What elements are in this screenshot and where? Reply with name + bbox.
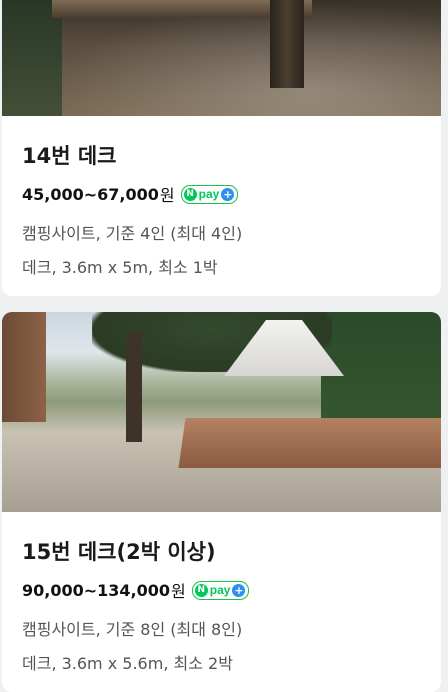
photo-hedge xyxy=(321,312,441,422)
npay-badge: N pay + xyxy=(180,184,239,204)
npay-n-icon: N xyxy=(183,187,197,201)
listing-photo[interactable] xyxy=(2,312,441,512)
npay-label: pay xyxy=(209,583,231,597)
currency-label: 원 xyxy=(159,186,175,205)
photo-deck xyxy=(178,418,441,468)
listing-title[interactable]: 15번 데크(2박 이상) xyxy=(22,512,421,566)
listing-card-15[interactable]: 15번 데크(2박 이상) 90,000~134,000 원 N pay + 캠… xyxy=(2,312,441,692)
listing-capacity: 캠핑사이트, 기준 8인 (최대 8인) xyxy=(22,620,243,639)
photo-tree-trunk xyxy=(126,332,142,442)
price-row: 45,000~67,000 원 N pay + xyxy=(22,182,421,206)
listing-site-details: 데크, 3.6m x 5m, 최소 1박 xyxy=(22,258,218,277)
npay-label: pay xyxy=(198,187,220,201)
plus-icon: + xyxy=(232,583,246,597)
price-row: 90,000~134,000 원 N pay + xyxy=(22,578,421,602)
npay-n-icon: N xyxy=(194,583,208,597)
listing-site-details: 데크, 3.6m x 5.6m, 최소 2박 xyxy=(22,654,233,673)
listing-capacity: 캠핑사이트, 기준 4인 (최대 4인) xyxy=(22,224,243,243)
listing-card-14[interactable]: 14번 데크 45,000~67,000 원 N pay + 캠핑사이트, 기준… xyxy=(2,0,441,296)
listing-title[interactable]: 14번 데크 xyxy=(22,116,421,170)
listing-price: 45,000~67,000 xyxy=(22,184,159,204)
listing-price: 90,000~134,000 xyxy=(22,580,171,600)
currency-label: 원 xyxy=(171,582,186,601)
npay-badge: N pay + xyxy=(191,580,250,600)
photo-tree-trunk xyxy=(270,0,304,88)
plus-icon: + xyxy=(221,187,235,201)
photo-building xyxy=(2,312,46,422)
listing-photo[interactable] xyxy=(2,0,441,116)
